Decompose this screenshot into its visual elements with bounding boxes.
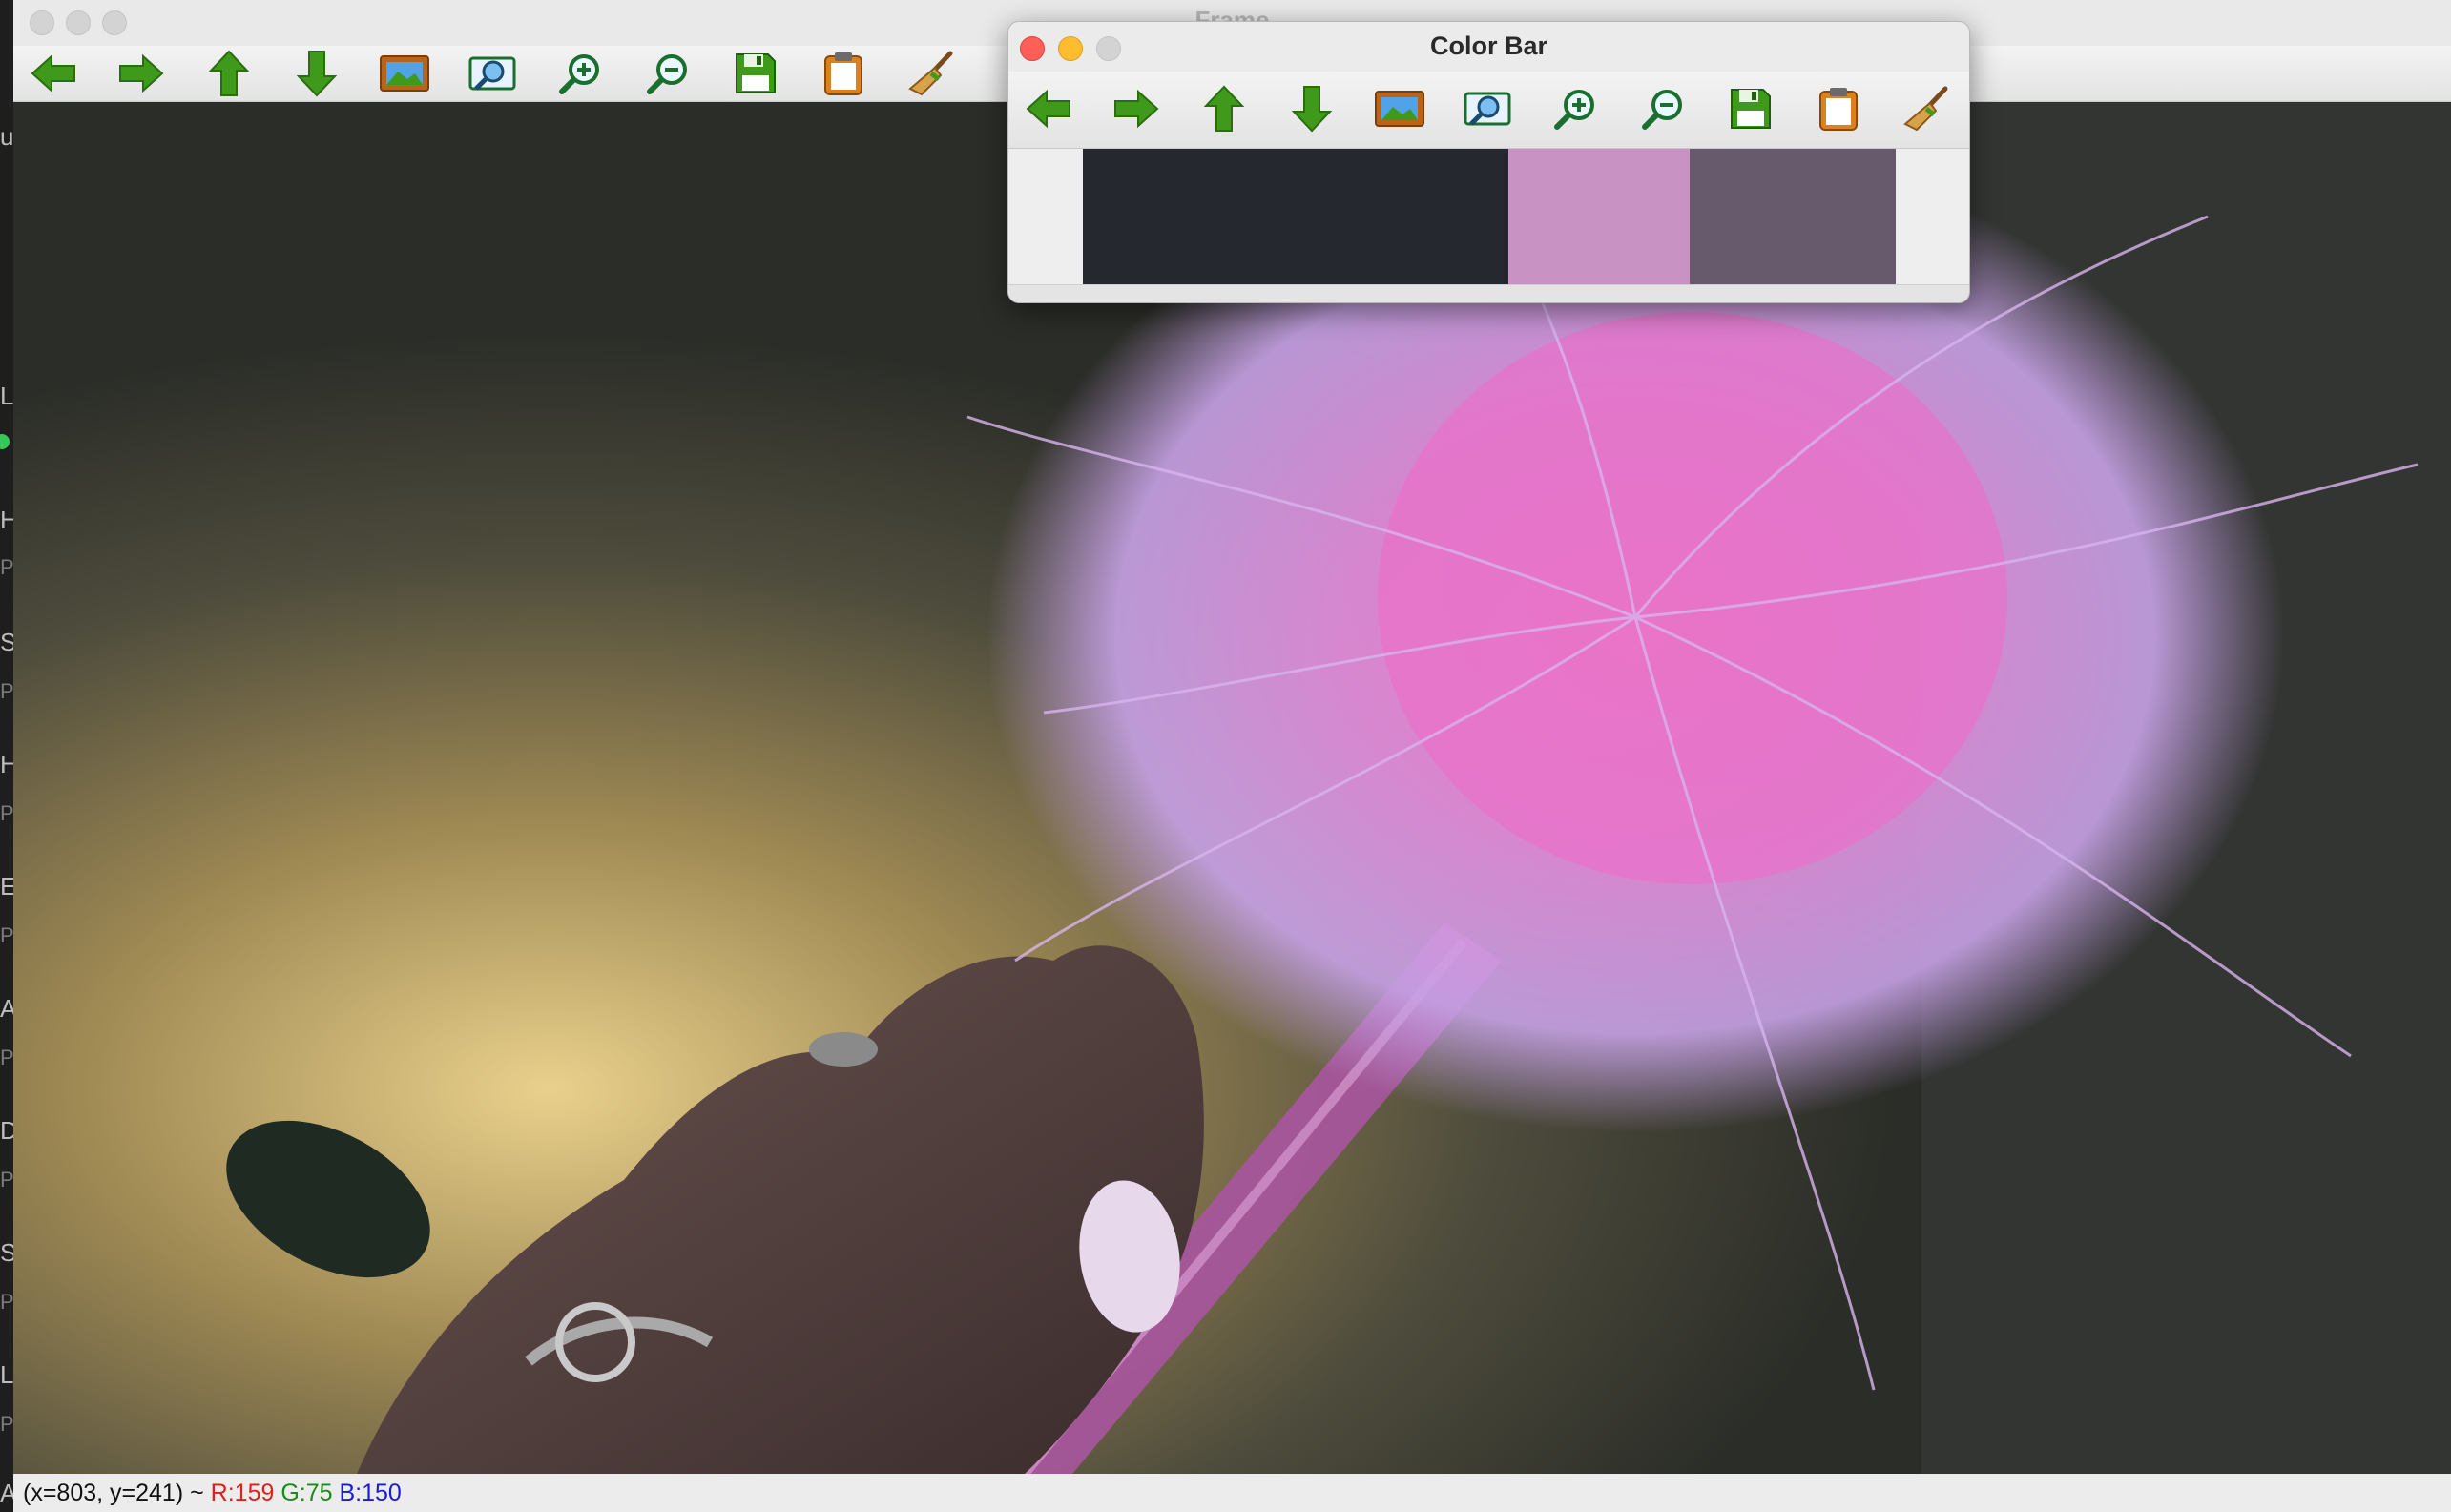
bg-label: Pl — [0, 1168, 13, 1191]
image-fit-icon — [380, 55, 429, 92]
bg-label: Pl — [0, 923, 13, 947]
zoom-region-button[interactable] — [466, 50, 519, 97]
bg-label: u — [0, 122, 13, 151]
save-icon — [736, 53, 776, 93]
clipboard-icon — [1819, 88, 1858, 131]
color-bar-titlebar[interactable]: Color Bar — [1008, 22, 1969, 72]
zoom-in-button[interactable] — [553, 50, 607, 97]
broom-icon — [908, 51, 953, 96]
image-canvas[interactable] — [13, 102, 2451, 1474]
zoom-out-button[interactable] — [641, 50, 695, 97]
down-arrow-icon — [296, 51, 338, 97]
window-title: Color Bar — [1429, 31, 1548, 60]
image-fit-icon — [1375, 91, 1424, 127]
zoom-in-button[interactable] — [1548, 85, 1602, 133]
back-arrow-icon — [1026, 89, 1070, 129]
bg-label: Lo — [0, 1360, 13, 1389]
cursor-coords: (x=803, y=241) ~ — [23, 1480, 204, 1506]
status-bar: (x=803, y=241) ~ R:159 G:75 B:150 — [13, 1474, 2451, 1512]
zoom-fit-button[interactable] — [1373, 85, 1426, 133]
forward-arrow-icon — [1114, 89, 1159, 129]
broom-icon — [1903, 86, 1948, 132]
back-arrow-icon — [31, 53, 75, 93]
clear-button[interactable] — [904, 50, 958, 97]
color-bar-canvas[interactable] — [1008, 149, 1969, 284]
red-value: R:159 — [210, 1480, 275, 1506]
color-bar-toolbar — [1008, 72, 1969, 149]
bg-label: Li — [0, 382, 13, 410]
forward-arrow-icon — [119, 53, 164, 93]
bg-label: Pl — [0, 801, 13, 825]
bg-label: Er — [0, 872, 13, 901]
zoom-in-icon — [1554, 90, 1594, 130]
pan-up-button[interactable] — [202, 50, 256, 97]
clipboard-icon — [824, 52, 862, 95]
bg-label: Pl — [0, 1290, 13, 1314]
bg-label: Pl — [0, 1412, 13, 1436]
bg-label: D — [0, 1116, 13, 1145]
zoom-region-icon — [1464, 92, 1511, 126]
zoom-out-icon — [647, 54, 687, 94]
bg-label: Sk — [0, 1238, 13, 1267]
photo-feather-pen — [13, 102, 2451, 1474]
pan-down-button[interactable] — [290, 50, 343, 97]
pan-left-button[interactable] — [1022, 85, 1075, 133]
bg-label: Ha — [0, 750, 13, 778]
online-dot-icon — [0, 434, 10, 449]
up-arrow-icon — [208, 50, 250, 96]
zoom-region-button[interactable] — [1461, 85, 1514, 133]
up-arrow-icon — [1203, 85, 1245, 132]
pan-right-button[interactable] — [114, 50, 168, 97]
blue-value: B:150 — [339, 1480, 402, 1506]
save-button[interactable] — [729, 50, 782, 97]
bg-label: A — [0, 1479, 13, 1507]
background-app-strip: u Li H Pl S Pl Ha Pl Er Pl Ar Pl D Pl Sk… — [0, 0, 13, 1512]
green-value: G:75 — [280, 1480, 333, 1506]
zoom-out-button[interactable] — [1636, 85, 1690, 133]
color-swatch-3 — [1690, 149, 1896, 284]
pan-up-button[interactable] — [1197, 85, 1251, 133]
zoom-fit-button[interactable] — [378, 50, 431, 97]
bg-label: Pl — [0, 1046, 13, 1069]
color-swatch-1 — [1083, 149, 1508, 284]
bg-label: Pl — [0, 679, 13, 703]
pan-down-button[interactable] — [1285, 85, 1339, 133]
bg-label: Pl — [0, 555, 13, 579]
zoom-out-icon — [1642, 90, 1682, 130]
zoom-region-icon — [468, 56, 516, 91]
down-arrow-icon — [1291, 86, 1333, 133]
bg-label: H — [0, 506, 13, 534]
color-swatch-2 — [1508, 149, 1690, 284]
color-bar-window: Color Bar — [1007, 21, 1970, 303]
save-button[interactable] — [1724, 85, 1777, 133]
copy-clipboard-button[interactable] — [1812, 85, 1865, 133]
zoom-in-icon — [559, 54, 599, 94]
save-icon — [1731, 89, 1771, 129]
bg-label: Ar — [0, 994, 13, 1023]
copy-clipboard-button[interactable] — [817, 50, 870, 97]
pan-left-button[interactable] — [27, 50, 80, 97]
clear-button[interactable] — [1900, 85, 1953, 133]
bg-label: S — [0, 628, 13, 656]
color-bar-footer — [1008, 284, 1969, 302]
pan-right-button[interactable] — [1110, 85, 1163, 133]
